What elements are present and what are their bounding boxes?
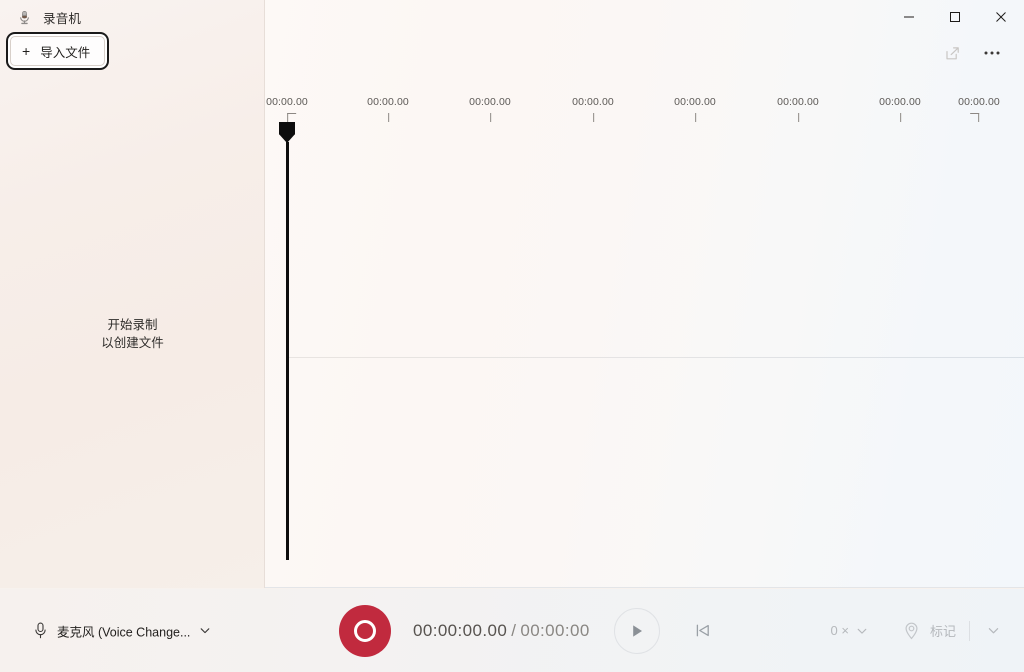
playhead-line [285, 142, 289, 560]
share-icon [944, 45, 961, 62]
share-button[interactable] [936, 38, 968, 68]
chevron-down-icon [856, 625, 868, 637]
add-marker-button[interactable]: 标记 [894, 615, 960, 647]
ruler-tick-label: 00:00.00 [469, 96, 511, 108]
ruler-tick-label: 00:00.00 [674, 96, 716, 108]
ruler-tick-mark [287, 113, 296, 122]
maximize-button[interactable] [932, 0, 978, 34]
play-icon [628, 622, 646, 640]
minimize-button[interactable] [886, 0, 932, 34]
skip-to-start-icon [693, 621, 712, 640]
close-button[interactable] [978, 0, 1024, 34]
ruler-tick-label: 00:00.00 [879, 96, 921, 108]
waveform-panel[interactable]: 00:00.00 00:00.00 00:00.00 00:00.00 00:0… [265, 0, 1024, 588]
close-icon [995, 11, 1007, 23]
ruler-tick-1: 00:00.00 [367, 96, 409, 122]
title-bar-left: 录音机 [0, 0, 81, 34]
ruler-tick-6: 00:00.00 [879, 96, 921, 122]
ruler-tick-mark [900, 113, 901, 122]
chevron-down-icon [987, 624, 1000, 637]
title-bar: 录音机 [0, 0, 1024, 34]
playback-speed-value: 0 × [830, 623, 849, 638]
ruler-tick-label: 00:00.00 [777, 96, 819, 108]
sound-recorder-window: 录音机 + 导入文件 开始录制 以创建文件 00:00.00 00:00.00 … [0, 0, 1024, 672]
waveform-toolbar [936, 38, 1008, 68]
plus-icon: + [22, 43, 31, 59]
import-file-label: 导入文件 [40, 45, 91, 60]
map-pin-icon [902, 621, 921, 641]
waveform-zero-axis [288, 357, 1024, 358]
current-time: 00:00:00.00 [413, 620, 508, 640]
add-marker-label: 标记 [929, 624, 956, 639]
transport-bar: 麦克风 (Voice Change... 00:00:00.00/00:00:0… [0, 589, 1024, 672]
maximize-icon [949, 11, 961, 23]
app-title: 录音机 [43, 11, 82, 26]
ruler-tick-3: 00:00.00 [572, 96, 614, 122]
ruler-tick-mark [798, 113, 799, 122]
more-options-icon [983, 50, 1001, 56]
ruler-tick-mark [388, 113, 389, 122]
transport-right-controls: 0 × 标记 [823, 615, 1008, 647]
chevron-down-icon [199, 625, 211, 637]
ruler-tick-mark [490, 113, 491, 122]
ruler-tick-2: 00:00.00 [469, 96, 511, 122]
import-file-button[interactable]: + 导入文件 [10, 36, 106, 66]
import-button-wrapper: + 导入文件 [10, 36, 106, 66]
ruler-tick-label: 00:00.00 [367, 96, 409, 108]
ruler-tick-label: 00:00.00 [266, 96, 308, 108]
ruler-tick-label: 00:00.00 [958, 96, 1000, 108]
minimize-icon [903, 11, 915, 23]
total-time: 00:00:00 [520, 620, 590, 640]
ruler-tick-7: 00:00.00 [958, 96, 1000, 122]
window-controls [886, 0, 1024, 34]
play-button[interactable] [613, 607, 660, 654]
ruler-tick-0: 00:00.00 [266, 96, 308, 122]
microphone-app-icon [16, 9, 33, 26]
record-button[interactable] [339, 604, 391, 657]
skip-to-start-button[interactable] [686, 614, 720, 648]
microphone-selector[interactable]: 麦克风 (Voice Change... [26, 616, 218, 645]
ruler-tick-mark [695, 113, 696, 122]
recordings-sidebar: + 导入文件 开始录制 以创建文件 [0, 0, 265, 588]
record-icon [354, 619, 376, 642]
more-options-button[interactable] [976, 38, 1008, 68]
ruler-tick-label: 00:00.00 [572, 96, 614, 108]
ruler-tick-mark [593, 113, 594, 122]
playhead-handle[interactable] [279, 122, 295, 143]
transport-controls: 00:00:00.00/00:00:00 [339, 604, 720, 657]
ruler-tick-5: 00:00.00 [777, 96, 819, 122]
timeline-ruler[interactable]: 00:00.00 00:00.00 00:00.00 00:00.00 00:0… [265, 96, 1024, 130]
empty-state-line-2: 以创建文件 [101, 336, 164, 350]
microphone-icon [33, 622, 48, 640]
time-separator: / [511, 620, 517, 640]
ruler-tick-4: 00:00.00 [674, 96, 716, 122]
microphone-device-label: 麦克风 (Voice Change... [57, 625, 191, 639]
empty-state-message: 开始录制 以创建文件 [0, 316, 264, 352]
playback-speed-control[interactable]: 0 × [823, 617, 876, 644]
marker-options-button[interactable] [979, 620, 1008, 641]
time-display: 00:00:00.00/00:00:00 [413, 621, 590, 641]
ruler-tick-mark [970, 113, 979, 122]
empty-state-line-1: 开始录制 [107, 318, 158, 332]
transport-divider [969, 620, 970, 641]
